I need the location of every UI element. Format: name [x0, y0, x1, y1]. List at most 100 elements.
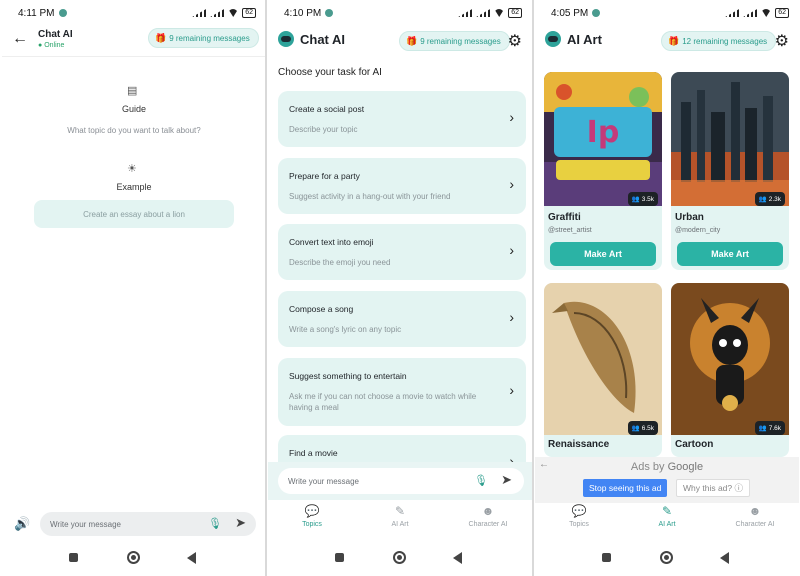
chevron-right-icon: ›	[509, 382, 514, 398]
task-card[interactable]: Create a social post Describe your topic…	[278, 91, 526, 147]
send-icon[interactable]: ➤	[501, 472, 512, 488]
battery-icon: 62	[242, 8, 256, 18]
message-input[interactable]: Write your message 🎙 ➤	[40, 512, 256, 536]
settings-gear-icon[interactable]: ⚙	[508, 31, 522, 51]
back-button[interactable]	[720, 552, 729, 564]
home-button[interactable]	[127, 551, 140, 564]
online-status: ● Online	[38, 42, 65, 49]
recent-apps-button[interactable]	[69, 553, 78, 562]
notification-icon	[325, 9, 334, 17]
task-subtitle: Write a song's lyric on any topic	[289, 325, 402, 334]
app-header: AI Art 🎁 12 remaining messages ⚙	[535, 26, 799, 56]
microphone-icon[interactable]: 🎙	[474, 474, 488, 487]
users-icon: 👥	[758, 425, 767, 432]
task-title: Suggest something to entertain	[289, 371, 407, 381]
microphone-icon[interactable]: 🎙	[208, 517, 222, 530]
task-subtitle: Suggest activity in a hang-out with your…	[289, 192, 451, 201]
signal-icon	[458, 9, 473, 17]
chevron-right-icon: ›	[509, 242, 514, 258]
signal-icon	[210, 9, 225, 17]
users-icon: 👥	[631, 425, 640, 432]
character-icon: ☻	[748, 504, 762, 518]
message-input[interactable]: Write your message 🎙 ➤	[278, 468, 524, 494]
signal-icon	[476, 9, 491, 17]
lightbulb-icon: ☀	[127, 163, 137, 175]
battery-icon: 62	[508, 8, 522, 18]
art-author: @street_artist	[548, 227, 592, 234]
character-icon: ☻	[481, 504, 495, 518]
graffiti-artwork-image: Ip	[544, 72, 662, 206]
make-art-button[interactable]: Make Art	[677, 242, 783, 266]
guide-icon: ▤	[127, 85, 138, 97]
speaker-icon[interactable]: 🔊	[14, 516, 30, 532]
header-divider	[2, 56, 266, 57]
robot-logo-icon	[278, 31, 294, 47]
gift-icon: 🎁	[406, 35, 418, 46]
tab-character-ai[interactable]: ☻ Character AI	[444, 504, 532, 528]
task-card[interactable]: Prepare for a party Suggest activity in …	[278, 158, 526, 214]
tab-character-ai[interactable]: ☻ Character AI	[711, 504, 799, 528]
recent-apps-button[interactable]	[335, 553, 344, 562]
task-card[interactable]: Compose a song Write a song's lyric on a…	[278, 291, 526, 347]
tab-topics[interactable]: 💬 Topics	[268, 504, 356, 528]
remaining-messages-pill[interactable]: 🎁 12 remaining messages	[661, 31, 777, 51]
back-button[interactable]	[453, 552, 462, 564]
guide-label: Guide	[121, 104, 147, 114]
message-placeholder: Write your message	[288, 476, 359, 486]
task-card[interactable]: Suggest something to entertain Ask me if…	[278, 358, 526, 426]
task-title: Create a social post	[289, 104, 365, 114]
status-bar: 4:10 PM 62	[268, 0, 532, 26]
art-style-name: Cartoon	[675, 439, 714, 450]
chat-title: Chat AI	[38, 29, 73, 40]
task-subtitle: Describe the emoji you need	[289, 258, 391, 267]
example-suggestion[interactable]: Create an essay about a lion	[34, 200, 234, 228]
message-placeholder: Write your message	[50, 519, 121, 529]
signal-icon	[725, 9, 740, 17]
tab-ai-art[interactable]: ✎ AI Art	[356, 504, 444, 528]
home-button[interactable]	[393, 551, 406, 564]
art-style-card-graffiti[interactable]: Ip 👥 3.5k Graffiti @street_artist Make Ar…	[544, 72, 662, 270]
pencil-icon: ✎	[394, 504, 406, 518]
svg-text:Ip: Ip	[587, 115, 620, 150]
tab-ai-art[interactable]: ✎ AI Art	[623, 504, 711, 528]
chevron-right-icon: ›	[509, 309, 514, 325]
task-title: Prepare for a party	[289, 171, 360, 181]
back-arrow-icon[interactable]: ←	[12, 30, 28, 48]
signal-icon	[743, 9, 758, 17]
ads-by-google: Ads by Google	[630, 461, 704, 473]
users-icon: 👥	[631, 196, 640, 203]
chevron-right-icon: ›	[509, 109, 514, 125]
chat-screen: 4:11 PM 62 ← Chat AI ● Online 🎁 9 remaini…	[2, 0, 266, 576]
back-button[interactable]	[187, 552, 196, 564]
chat-bubble-icon: 💬	[304, 504, 320, 518]
settings-gear-icon[interactable]: ⚙	[775, 31, 789, 51]
stop-seeing-ad-button[interactable]: Stop seeing this ad	[583, 479, 668, 497]
art-style-card-renaissance[interactable]: 👥 6.5k Renaissance	[544, 283, 662, 457]
example-label: Example	[116, 182, 152, 192]
recent-apps-button[interactable]	[602, 553, 611, 562]
status-time: 4:05 PM	[551, 7, 589, 19]
notification-icon	[58, 9, 67, 17]
home-button[interactable]	[660, 551, 673, 564]
android-nav-bar	[535, 546, 799, 570]
remaining-messages-pill[interactable]: 🎁 9 remaining messages	[399, 31, 510, 51]
art-style-card-cartoon[interactable]: 👥 7.6k Cartoon	[671, 283, 789, 457]
status-time: 4:11 PM	[18, 7, 55, 19]
make-art-button[interactable]: Make Art	[550, 242, 656, 266]
why-this-ad-button[interactable]: Why this ad? ⓘ	[676, 479, 750, 497]
send-icon[interactable]: ➤	[235, 515, 246, 531]
remaining-messages-pill[interactable]: 🎁 9 remaining messages	[148, 28, 259, 48]
android-nav-bar	[2, 546, 266, 570]
cartoon-artwork-image	[671, 283, 789, 435]
wifi-icon	[494, 9, 505, 17]
task-card[interactable]: Convert text into emoji Describe the emo…	[278, 224, 526, 280]
battery-icon: 62	[775, 8, 789, 18]
tab-topics[interactable]: 💬 Topics	[535, 504, 623, 528]
urban-artwork-image	[671, 72, 789, 206]
notification-icon	[592, 9, 601, 17]
usage-count-badge: 👥 3.5k	[627, 192, 658, 206]
art-style-card-urban[interactable]: 👥 2.3k Urban @modern_city Make Art	[671, 72, 789, 270]
divider	[265, 0, 267, 576]
app-title: AI Art	[567, 32, 602, 47]
art-author: @modern_city	[675, 227, 721, 234]
